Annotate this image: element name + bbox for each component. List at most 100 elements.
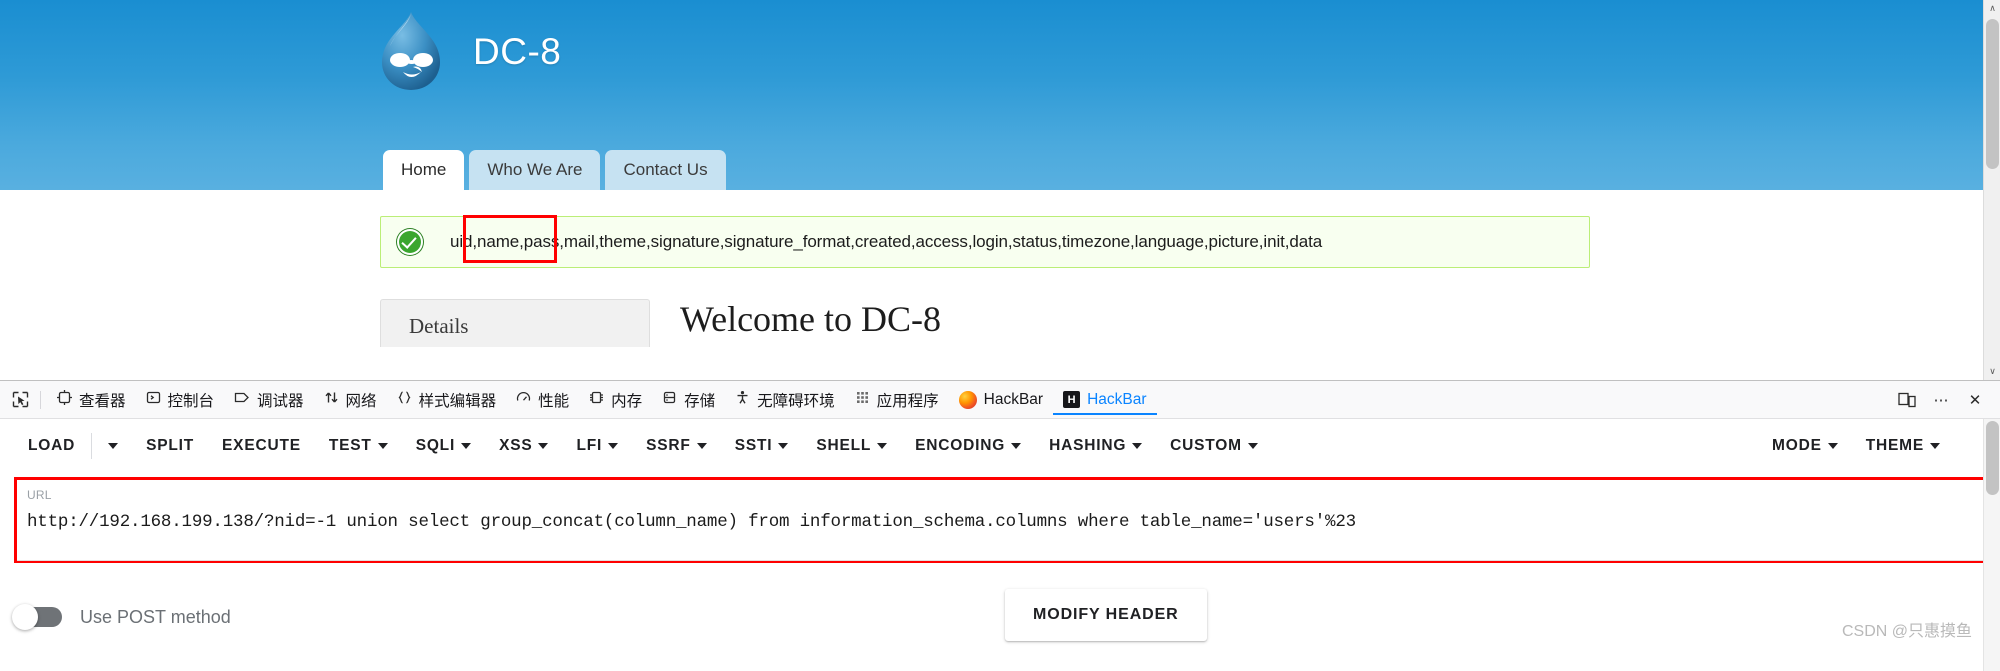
devtools-tab-console[interactable]: 控制台 (136, 385, 225, 415)
green-check-circle-icon (397, 229, 423, 255)
url-field-label: URL (27, 488, 52, 502)
accessibility-icon (735, 390, 750, 409)
hackbar-menu-divider (91, 433, 93, 459)
devtools-tab-performance[interactable]: 性能 (506, 385, 579, 415)
chevron-down-icon (461, 443, 472, 449)
devtools-tab-hackbar-firefox[interactable]: HackBar (949, 385, 1053, 415)
devtools-tab-application[interactable]: 应用程序 (845, 385, 949, 415)
site-title: DC-8 (473, 31, 562, 72)
devtools-tab-label: 控制台 (167, 392, 215, 410)
devtools-tab-label: 网络 (345, 392, 377, 410)
details-panel-header[interactable]: Details (380, 299, 650, 347)
hackbar-menu-load[interactable]: LOAD (14, 429, 89, 463)
hackbar-scrollbar-thumb[interactable] (1986, 421, 1999, 495)
devtools-tab-label: 存储 (684, 392, 716, 410)
page-scrollbar[interactable]: ∧ ∨ (1983, 0, 2000, 380)
hackbar-menu-encoding[interactable]: ENCODING (901, 429, 1035, 463)
csdn-watermark: CSDN @只惠摸鱼 (1841, 623, 1972, 640)
hackbar-menu-label: SHELL (816, 437, 872, 454)
devtools-tab-storage[interactable]: 存储 (652, 385, 725, 415)
scroll-down-arrow-icon[interactable]: ∨ (1984, 363, 2000, 380)
hackbar-logo-icon: H (1063, 391, 1081, 408)
hackbar-menu-shell[interactable]: SHELL (802, 429, 901, 463)
devtools-tab-label: HackBar (1087, 390, 1147, 408)
devtools-tab-label: 应用程序 (876, 392, 939, 410)
modify-header-button[interactable]: MODIFY HEADER (1005, 589, 1207, 641)
site-header: DC-8 Home Who We Are Contact Us (0, 0, 1983, 190)
hackbar-menu-xss[interactable]: XSS (485, 429, 562, 463)
hackbar-menu-theme[interactable]: THEME (1852, 429, 1954, 463)
hackbar-menu-sqli[interactable]: SQLI (402, 429, 485, 463)
page-body: uid,name,pass,mail,theme,signature,signa… (0, 190, 1983, 347)
devtools-tab-label: 性能 (538, 392, 570, 410)
devtools-tab-network[interactable]: 网络 (314, 385, 387, 415)
hackbar-scrollbar[interactable] (1983, 419, 2000, 671)
scroll-up-arrow-icon[interactable]: ∧ (1984, 0, 2000, 17)
toggle-switch[interactable] (12, 604, 62, 630)
hackbar-menu-execute[interactable]: EXECUTE (208, 429, 315, 463)
chevron-down-icon (1247, 443, 1258, 449)
nav-tab-who-we-are[interactable]: Who We Are (469, 150, 601, 190)
url-input[interactable]: http://192.168.199.138/?nid=-1 union sel… (27, 512, 1973, 532)
hackbar-menu-test[interactable]: TEST (315, 429, 402, 463)
devtools-meatball-menu-icon[interactable]: ⋯ (1926, 386, 1956, 414)
hackbar-menu-lfi[interactable]: LFI (562, 429, 632, 463)
hackbar-menu-label: HASHING (1049, 437, 1127, 454)
use-post-method-toggle[interactable]: Use POST method (12, 604, 231, 630)
devtools-tab-label: 样式编辑器 (418, 392, 497, 410)
page-scrollbar-thumb[interactable] (1986, 19, 1999, 169)
chevron-down-icon (538, 443, 549, 449)
use-post-method-label: Use POST method (80, 606, 231, 627)
devtools-tab-label: HackBar (983, 390, 1044, 408)
hackbar-menu-split[interactable]: SPLIT (132, 429, 208, 463)
toolbar-divider (40, 390, 41, 409)
devtools-tab-accessibility[interactable]: 无障碍环境 (725, 385, 845, 415)
inspector-icon (57, 390, 72, 409)
devtools-tab-label: 查看器 (79, 392, 126, 410)
hackbar-menu-label: TEST (328, 437, 372, 454)
devtools-tab-hackbar[interactable]: H HackBar (1053, 385, 1156, 415)
site-nav-tabs: Home Who We Are Contact Us (383, 150, 726, 190)
chevron-down-icon (696, 443, 707, 449)
hackbar-menu-ssti[interactable]: SSTI (721, 429, 803, 463)
chevron-down-icon (1827, 443, 1838, 449)
hackbar-menu-label: CUSTOM (1170, 437, 1242, 454)
hackbar-menu-hashing[interactable]: HASHING (1035, 429, 1156, 463)
hackbar-menu-label: THEME (1865, 437, 1924, 454)
devtools-tab-debugger[interactable]: 调试器 (224, 385, 314, 415)
hackbar-menu-label: XSS (499, 437, 533, 454)
hackbar-menu-ssrf[interactable]: SSRF (632, 429, 721, 463)
chevron-down-icon (1011, 443, 1022, 449)
devtools-tab-label: 内存 (611, 392, 643, 410)
devtools-toolbar: 查看器 控制台 调试器 网络 样式编辑器 性能 内存 存储 无障碍环境 应用程序… (0, 381, 2000, 419)
chevron-down-icon (608, 443, 619, 449)
hackbar-menu-label: ENCODING (915, 437, 1006, 454)
hackbar-menu-mode[interactable]: MODE (1758, 429, 1852, 463)
responsive-design-mode-icon[interactable] (1892, 386, 1922, 414)
devtools-tab-style-editor[interactable]: 样式编辑器 (387, 385, 507, 415)
style-editor-icon (397, 390, 412, 409)
hackbar-menu-load-dropdown[interactable] (94, 435, 132, 457)
storage-icon (662, 390, 677, 409)
hackbar-menu-label: LFI (576, 437, 603, 454)
hackbar-footer: Use POST method MODIFY HEADER CSDN @只惠摸鱼 (0, 587, 2000, 647)
status-message-text: uid,name,pass,mail,theme,signature,signa… (450, 232, 1323, 251)
console-icon (146, 390, 161, 409)
chevron-down-icon (377, 443, 388, 449)
application-icon (855, 390, 870, 409)
toggle-knob (12, 604, 38, 630)
devtools-tab-label: 调试器 (257, 392, 304, 410)
chevron-down-icon (108, 443, 119, 449)
nav-tab-contact-us[interactable]: Contact Us (605, 150, 726, 190)
devtools-tab-inspector[interactable]: 查看器 (47, 385, 136, 415)
hackbar-menu-label: SSRF (646, 437, 691, 454)
devtools-tab-memory[interactable]: 内存 (579, 385, 652, 415)
url-field-underline (17, 560, 1983, 561)
firefox-logo-icon (958, 390, 977, 409)
hackbar-menu-label: MODE (1772, 437, 1822, 454)
nav-tab-home[interactable]: Home (383, 150, 465, 190)
element-picker-icon[interactable] (6, 386, 34, 414)
close-devtools-icon[interactable]: ✕ (1960, 386, 1990, 414)
chevron-down-icon (1132, 443, 1143, 449)
hackbar-menu-custom[interactable]: CUSTOM (1156, 429, 1272, 463)
